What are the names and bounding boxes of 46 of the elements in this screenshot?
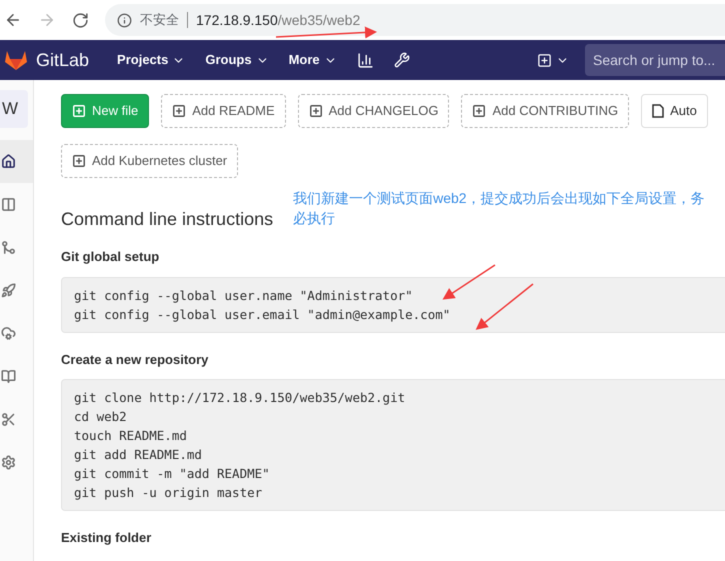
action-button[interactable]: Add CHANGELOG xyxy=(298,94,450,128)
new-menu-button[interactable] xyxy=(537,52,569,68)
plus-square-icon xyxy=(72,154,86,168)
action-button[interactable]: Add CONTRIBUTING xyxy=(461,94,630,128)
nav-menu[interactable]: More xyxy=(288,50,337,70)
board-icon xyxy=(1,197,16,212)
address-bar[interactable]: 不安全 172.18.9.150/web35/web2 xyxy=(105,4,725,36)
action-button[interactable]: Add Kubernetes cluster xyxy=(61,144,238,178)
fox-logo-icon[interactable] xyxy=(4,49,28,71)
nav-menu[interactable]: Projects xyxy=(117,50,186,70)
plus-square-icon xyxy=(537,52,552,68)
code-block: git config --global user.name "Administrator" git config --global user.email "admin@example.com" xyxy=(61,276,725,332)
annotation-arrow xyxy=(476,283,534,330)
code-block: git clone http://172.18.9.150/web35/web2.git cd web2 touch README.md git add README.md git commit -m "add README" git push -u origin master xyxy=(61,379,725,511)
info-icon xyxy=(117,12,132,28)
subsection-heading: Existing folder xyxy=(61,529,152,547)
subsection-heading: Git global setup xyxy=(61,248,160,266)
chart-icon[interactable] xyxy=(356,52,374,68)
back-icon[interactable] xyxy=(4,11,22,29)
plus-square-icon xyxy=(308,104,323,118)
scissors-icon xyxy=(1,412,16,427)
plus-square-icon xyxy=(472,104,486,118)
cloud-gear-icon xyxy=(1,326,16,341)
settings-icon xyxy=(1,455,16,470)
merge-icon xyxy=(1,240,16,255)
section-title: Command line instructions xyxy=(61,208,274,231)
search-field[interactable]: Search or jump to... xyxy=(585,44,725,76)
annotation-text: 我们新建一个测试页面web2，提交成功后会出现如下全局设置，务必执行 xyxy=(293,189,706,228)
plus-square-icon xyxy=(72,104,86,118)
url-text: 172.18.9.150/web35/web2 xyxy=(196,10,360,30)
subsection-heading: Create a new repository xyxy=(61,350,210,369)
action-button[interactable]: Add README xyxy=(161,94,286,128)
action-button[interactable]: Auto xyxy=(641,94,708,128)
sidebar-item[interactable] xyxy=(0,140,33,183)
file-icon xyxy=(652,104,664,118)
nav-menu[interactable]: Groups xyxy=(205,50,269,70)
reload-icon[interactable] xyxy=(72,12,89,28)
annotation-arrow xyxy=(442,264,496,300)
book-icon xyxy=(1,369,16,384)
project-avatar[interactable]: W xyxy=(0,90,28,128)
brand-name[interactable]: GitLab xyxy=(36,46,90,74)
wrench-icon[interactable] xyxy=(394,52,410,68)
security-label: 不安全 xyxy=(140,11,179,30)
home-icon xyxy=(1,154,16,169)
rocket-icon xyxy=(1,283,16,298)
plus-square-icon xyxy=(172,104,186,118)
